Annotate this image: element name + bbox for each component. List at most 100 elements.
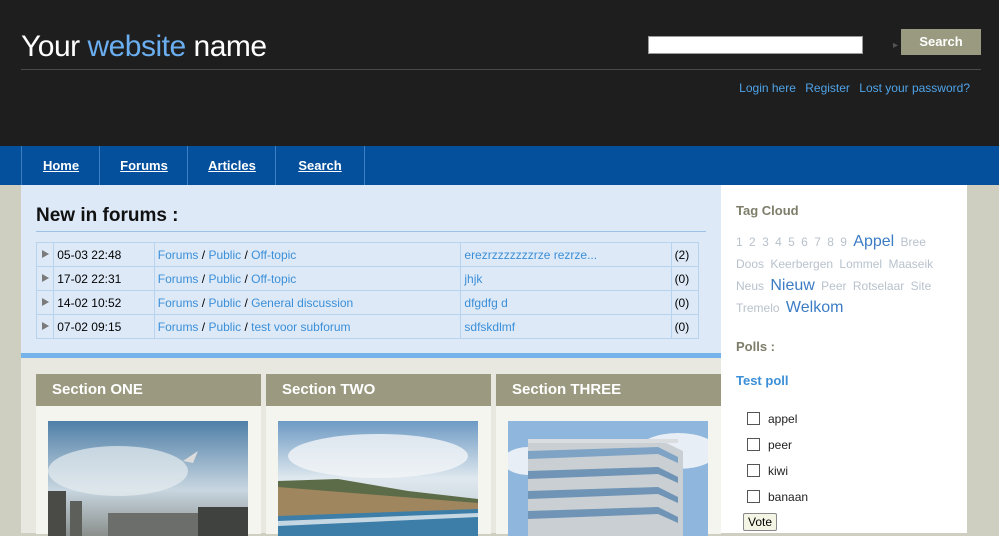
path-link[interactable]: General discussion <box>251 296 353 310</box>
lost-password-link[interactable]: Lost your password? <box>859 81 970 95</box>
tag-link[interactable]: Site <box>911 279 932 293</box>
arrow-right-icon <box>35 266 55 291</box>
path-link[interactable]: Forums <box>158 320 199 334</box>
tag-link[interactable]: 8 <box>827 235 834 249</box>
section-one-image[interactable] <box>48 421 248 536</box>
post-date: 07-02 09:15 <box>53 314 155 339</box>
poll-option-label: kiwi <box>768 464 788 478</box>
tag-link[interactable]: Tremelo <box>736 301 780 315</box>
tag-link[interactable]: 5 <box>788 235 795 249</box>
tag-link[interactable]: Maaseik <box>888 257 933 271</box>
nav-forums[interactable]: Forums <box>99 146 188 185</box>
poll-option[interactable]: peer <box>747 438 792 452</box>
nav-home[interactable]: Home <box>21 146 100 185</box>
tag-cloud: 1 2 3 4 5 6 7 8 9 Appel Bree Doos Keerbe… <box>736 231 961 319</box>
poll-title[interactable]: Test poll <box>736 373 788 388</box>
poll-option[interactable]: banaan <box>747 490 808 504</box>
path-link[interactable]: Off-topic <box>251 272 296 286</box>
tag-link[interactable]: Bree <box>901 235 926 249</box>
site-header: Your website name ▸ Search Login here Re… <box>0 0 999 146</box>
main-nav: Home Forums Articles Search <box>0 146 999 185</box>
topic-link[interactable]: jhjk <box>464 272 482 286</box>
site-title[interactable]: Your website name <box>21 30 267 64</box>
search-input[interactable] <box>648 36 863 54</box>
reply-count: (0) <box>670 290 700 315</box>
tag-link[interactable]: Doos <box>736 257 764 271</box>
table-row: 07-02 09:15 Forums / Public / test voor … <box>35 314 700 339</box>
checkbox[interactable] <box>747 464 760 477</box>
poll-option-label: banaan <box>768 490 809 504</box>
post-date: 05-03 22:48 <box>53 242 155 267</box>
main-content: New in forums : 05-03 22:48 Forums / Pub… <box>21 185 721 536</box>
poll-option[interactable]: kiwi <box>747 464 788 478</box>
topic-cell: erezrzzzzzzzrze rezrze... <box>460 242 672 267</box>
forum-path: Forums / Public / test voor subforum <box>153 314 462 339</box>
poll-option[interactable]: appel <box>747 412 797 426</box>
tag-link[interactable]: 3 <box>762 235 769 249</box>
path-link[interactable]: Off-topic <box>251 248 296 262</box>
post-date: 14-02 10:52 <box>53 290 155 315</box>
tag-link[interactable]: 9 <box>840 235 847 249</box>
table-row: 14-02 10:52 Forums / Public / General di… <box>35 290 700 315</box>
path-link[interactable]: Public <box>208 320 241 334</box>
tag-link[interactable]: Neus <box>736 279 764 293</box>
header-divider <box>21 69 981 70</box>
tag-link[interactable]: Lommel <box>839 257 882 271</box>
forums-table: 05-03 22:48 Forums / Public / Off-topic … <box>35 242 700 339</box>
checkbox[interactable] <box>747 412 760 425</box>
tag-link[interactable]: Welkom <box>786 299 844 316</box>
arrow-right-icon <box>35 314 55 339</box>
section-two-image[interactable] <box>278 421 478 536</box>
title-part-1: Your <box>21 30 88 63</box>
user-links: Login here Register Lost your password? <box>733 81 970 95</box>
nav-search[interactable]: Search <box>275 146 365 185</box>
register-link[interactable]: Register <box>805 81 850 95</box>
tag-link[interactable]: Rotselaar <box>853 279 904 293</box>
tag-link[interactable]: Nieuw <box>770 277 814 294</box>
section-one: Section ONE <box>36 374 261 536</box>
checkbox[interactable] <box>747 438 760 451</box>
path-link[interactable]: Public <box>208 296 241 310</box>
tag-link[interactable]: Appel <box>853 233 894 250</box>
path-link[interactable]: Public <box>208 272 241 286</box>
section-three-header[interactable]: Section THREE <box>496 374 721 406</box>
tag-link[interactable]: 1 <box>736 235 743 249</box>
section-three-image[interactable] <box>508 421 708 536</box>
topic-link[interactable]: sdfskdlmf <box>464 320 515 334</box>
path-link[interactable]: Public <box>208 248 241 262</box>
section-three: Section THREE <box>496 374 721 536</box>
section-one-header[interactable]: Section ONE <box>36 374 261 406</box>
path-link[interactable]: test voor subforum <box>251 320 350 334</box>
tag-cloud-heading: Tag Cloud <box>736 203 799 218</box>
checkbox[interactable] <box>747 490 760 503</box>
tag-link[interactable]: 4 <box>775 235 782 249</box>
poll-option-label: appel <box>768 412 798 426</box>
section-two-header[interactable]: Section TWO <box>266 374 491 406</box>
topic-cell: dfgdfg d <box>460 290 672 315</box>
title-accent: website <box>87 30 186 63</box>
path-link[interactable]: Forums <box>158 296 199 310</box>
reply-count: (2) <box>670 242 700 267</box>
arrow-right-icon <box>35 290 55 315</box>
path-link[interactable]: Forums <box>158 248 199 262</box>
vote-button[interactable]: Vote <box>743 513 778 531</box>
tag-link[interactable]: Keerbergen <box>770 257 833 271</box>
nav-articles[interactable]: Articles <box>187 146 276 185</box>
topic-link[interactable]: erezrzzzzzzzrze rezrze... <box>464 248 597 262</box>
forum-path: Forums / Public / Off-topic <box>153 242 462 267</box>
search-button[interactable]: Search <box>901 29 981 55</box>
tag-link[interactable]: 2 <box>749 235 756 249</box>
path-link[interactable]: Forums <box>158 272 199 286</box>
title-part-2: name <box>185 30 268 63</box>
search-arrow-icon: ▸ <box>893 40 899 51</box>
sidebar: Tag Cloud 1 2 3 4 5 6 7 8 9 Appel Bree D… <box>721 185 967 533</box>
tag-link[interactable]: Peer <box>821 279 846 293</box>
poll-option-label: peer <box>768 438 793 452</box>
login-link[interactable]: Login here <box>739 81 796 95</box>
topic-cell: jhjk <box>460 266 672 291</box>
tag-link[interactable]: 6 <box>801 235 808 249</box>
post-date: 17-02 22:31 <box>53 266 155 291</box>
tag-link[interactable]: 7 <box>814 235 821 249</box>
topic-link[interactable]: dfgdfg d <box>464 296 507 310</box>
table-row: 05-03 22:48 Forums / Public / Off-topic … <box>35 242 700 267</box>
